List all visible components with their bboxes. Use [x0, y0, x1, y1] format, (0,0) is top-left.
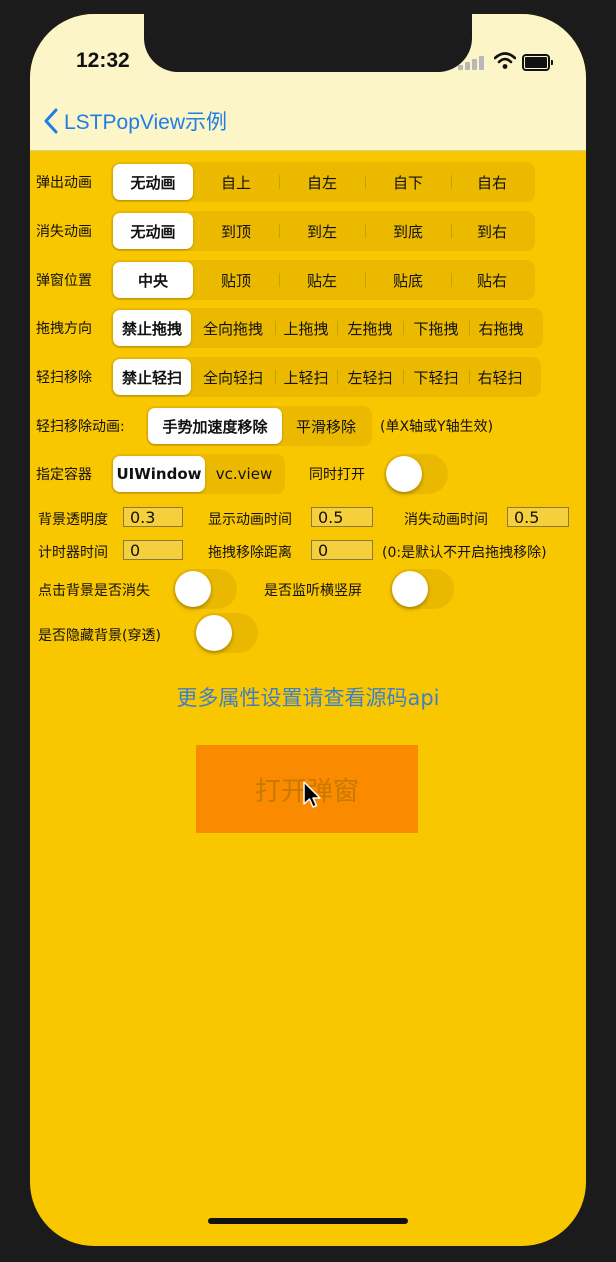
swipe-remove-row: 轻扫移除 禁止轻扫 全向轻扫 上轻扫 左轻扫 下轻扫 右轻扫 — [36, 357, 541, 397]
container-segment[interactable]: UIWindow vc.view — [111, 454, 285, 494]
segment-option[interactable]: 下拖拽 — [403, 310, 469, 346]
segment-option[interactable]: 自上 — [193, 164, 279, 200]
segment-option[interactable]: 左拖拽 — [337, 310, 403, 346]
status-time: 12:32 — [76, 49, 130, 72]
swipe-remove-segment[interactable]: 禁止轻扫 全向轻扫 上轻扫 左轻扫 下轻扫 右轻扫 — [111, 357, 541, 397]
bg-alpha-input[interactable]: 0.3 — [123, 507, 183, 527]
pop-animation-label: 弹出动画 — [36, 175, 92, 191]
position-row: 弹窗位置 中央 贴顶 贴左 贴底 贴右 — [36, 260, 535, 300]
segment-option[interactable]: 到顶 — [193, 213, 279, 249]
dismiss-animation-label: 消失动画 — [36, 224, 92, 240]
back-label: LSTPopView示例 — [64, 111, 228, 134]
container-label: 指定容器 — [36, 467, 92, 483]
segment-option[interactable]: 上拖拽 — [275, 310, 337, 346]
device-frame: 12:32 LSTPopView示例 弹出动画 无动画 自上 自左 自下 自右 … — [0, 0, 616, 1262]
phone-screen: 12:32 LSTPopView示例 弹出动画 无动画 自上 自左 自下 自右 … — [30, 14, 586, 1246]
segment-option[interactable]: 贴右 — [451, 262, 533, 298]
drag-dist-input[interactable]: 0 — [311, 540, 373, 560]
battery-icon — [522, 54, 553, 71]
open-together-toggle[interactable] — [384, 454, 448, 494]
swipe-anim-row: 轻扫移除动画: 手势加速度移除 平滑移除 (单X轴或Y轴生效) — [36, 406, 493, 446]
drag-dist-note: (0:是默认不开启拖拽移除) — [382, 545, 547, 561]
status-icons — [454, 52, 564, 72]
segment-option[interactable]: 无动画 — [113, 213, 193, 249]
listen-rotate-label: 是否监听横竖屏 — [264, 583, 362, 599]
segment-option[interactable]: 到底 — [365, 213, 451, 249]
hide-time-input[interactable]: 0.5 — [507, 507, 569, 527]
segment-option[interactable]: UIWindow — [113, 456, 205, 492]
dismiss-animation-row: 消失动画 无动画 到顶 到左 到底 到右 — [36, 211, 535, 251]
listen-rotate-toggle[interactable] — [390, 569, 454, 609]
pop-animation-row: 弹出动画 无动画 自上 自左 自下 自右 — [36, 162, 535, 202]
signal-icon — [458, 54, 486, 70]
chevron-left-icon — [44, 108, 58, 134]
show-time-input[interactable]: 0.5 — [311, 507, 373, 527]
hide-bg-toggle[interactable] — [194, 613, 258, 653]
segment-option[interactable]: 贴底 — [365, 262, 451, 298]
notch — [144, 14, 472, 72]
mouse-cursor-icon — [303, 781, 321, 808]
segment-option[interactable]: 到右 — [451, 213, 533, 249]
navigation-bar: 12:32 LSTPopView示例 — [30, 14, 586, 151]
drag-direction-segment[interactable]: 禁止拖拽 全向拖拽 上拖拽 左拖拽 下拖拽 右拖拽 — [111, 308, 543, 348]
position-label: 弹窗位置 — [36, 273, 92, 289]
position-segment[interactable]: 中央 贴顶 贴左 贴底 贴右 — [111, 260, 535, 300]
swipe-anim-note: (单X轴或Y轴生效) — [380, 419, 494, 435]
segment-option[interactable]: 到左 — [279, 213, 365, 249]
segment-option[interactable]: 自左 — [279, 164, 365, 200]
segment-option[interactable]: 全向轻扫 — [191, 359, 275, 395]
timer-label: 计时器时间 — [38, 545, 108, 561]
segment-option[interactable]: 贴顶 — [193, 262, 279, 298]
pop-animation-segment[interactable]: 无动画 自上 自左 自下 自右 — [111, 162, 535, 202]
swipe-anim-label: 轻扫移除动画: — [36, 419, 125, 435]
tap-bg-dismiss-label: 点击背景是否消失 — [38, 583, 150, 599]
segment-option[interactable]: 禁止拖拽 — [113, 310, 191, 346]
segment-option[interactable]: 左轻扫 — [337, 359, 403, 395]
segment-option[interactable]: 手势加速度移除 — [148, 408, 282, 444]
hide-time-label: 消失动画时间 — [404, 512, 488, 528]
segment-option[interactable]: 下轻扫 — [403, 359, 469, 395]
dismiss-animation-segment[interactable]: 无动画 到顶 到左 到底 到右 — [111, 211, 535, 251]
timer-input[interactable]: 0 — [123, 540, 183, 560]
segment-option[interactable]: 自右 — [451, 164, 533, 200]
tap-bg-dismiss-toggle[interactable] — [173, 569, 237, 609]
segment-option[interactable]: 右拖拽 — [469, 310, 533, 346]
segment-option[interactable]: 右轻扫 — [469, 359, 531, 395]
drag-dist-label: 拖拽移除距离 — [208, 545, 292, 561]
segment-option[interactable]: 上轻扫 — [275, 359, 337, 395]
swipe-remove-label: 轻扫移除 — [36, 370, 92, 386]
container-row: 指定容器 UIWindow vc.view 同时打开 — [36, 454, 365, 494]
bg-alpha-label: 背景透明度 — [38, 512, 108, 528]
segment-option[interactable]: 全向拖拽 — [191, 310, 275, 346]
home-indicator — [208, 1218, 408, 1224]
wifi-icon — [494, 52, 516, 69]
drag-direction-row: 拖拽方向 禁止拖拽 全向拖拽 上拖拽 左拖拽 下拖拽 右拖拽 — [36, 308, 543, 348]
segment-option[interactable]: 禁止轻扫 — [113, 359, 191, 395]
show-time-label: 显示动画时间 — [208, 512, 292, 528]
segment-option[interactable]: 自下 — [365, 164, 451, 200]
segment-option[interactable]: vc.view — [205, 456, 283, 492]
hide-bg-label: 是否隐藏背景(穿透) — [38, 628, 161, 644]
back-button[interactable]: LSTPopView示例 — [44, 106, 227, 136]
drag-direction-label: 拖拽方向 — [36, 321, 92, 337]
more-settings-link[interactable]: 更多属性设置请查看源码api — [30, 682, 586, 712]
segment-option[interactable]: 无动画 — [113, 164, 193, 200]
segment-option[interactable]: 中央 — [113, 262, 193, 298]
swipe-anim-segment[interactable]: 手势加速度移除 平滑移除 — [146, 406, 372, 446]
open-together-label: 同时打开 — [309, 467, 365, 483]
segment-option[interactable]: 平滑移除 — [282, 408, 370, 444]
segment-option[interactable]: 贴左 — [279, 262, 365, 298]
